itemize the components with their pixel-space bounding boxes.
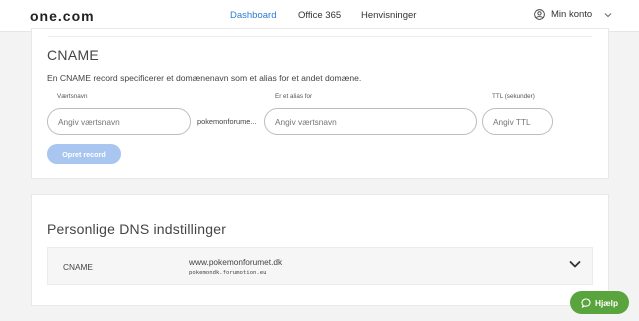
cname-card: CNAME En CNAME record specificerer et do… [31,28,609,179]
record-type: CNAME [63,262,93,272]
hostname-label: Værtsnavn [57,93,88,100]
cname-description: En CNAME record specificerer et domænena… [47,73,362,83]
account-menu[interactable]: Min konto [534,9,612,20]
dns-settings-card: Personlige DNS indstillinger CNAME www.p… [31,194,609,306]
divider [48,36,592,37]
dns-record-row[interactable]: CNAME www.pokemonforumet.dk pokemondk.fo… [47,247,593,285]
nav-henvisninger[interactable]: Henvisninger [361,10,416,21]
help-button[interactable]: Hjælp [570,291,629,314]
nav-office-365[interactable]: Office 365 [298,10,341,21]
one-com-logo[interactable]: one.com [30,8,95,24]
chevron-down-icon[interactable] [569,260,581,269]
cname-title: CNAME [47,47,100,63]
hostname-input[interactable] [47,108,191,135]
record-target: pokemondk.forumotion.eu [189,270,267,276]
nav-dashboard[interactable]: Dashboard [230,10,276,21]
chevron-down-icon [604,12,612,17]
create-record-button[interactable]: Opret record [47,144,121,164]
chat-bubble-icon [581,297,591,308]
help-label: Hjælp [594,297,619,308]
account-label: Min konto [551,9,593,20]
user-icon [534,9,545,20]
record-host: www.pokemonforumet.dk [189,257,283,267]
ttl-label: TTL (sekunder) [492,93,535,100]
ttl-input[interactable] [482,108,553,135]
alias-label: Er et alias for [275,93,313,100]
domain-suffix: pokemonforume... [197,117,257,126]
alias-input[interactable] [264,108,477,135]
dns-settings-title: Personlige DNS indstillinger [47,221,227,237]
